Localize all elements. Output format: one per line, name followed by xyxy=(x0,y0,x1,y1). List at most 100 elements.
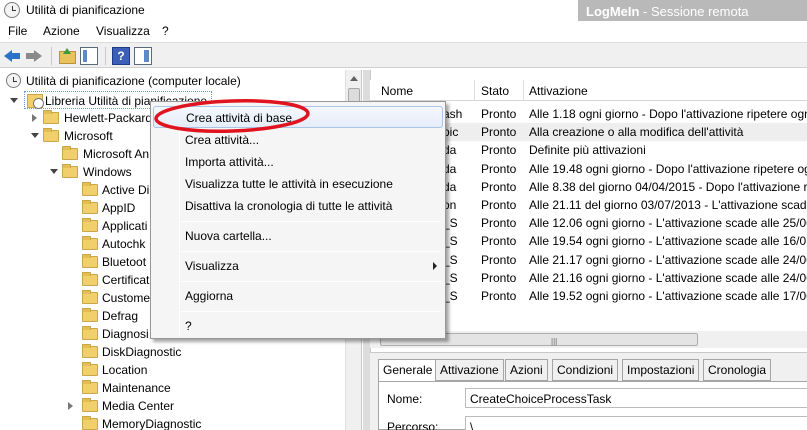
column-divider[interactable] xyxy=(523,80,524,101)
tree-item-maintenance[interactable]: Maintenance xyxy=(82,379,282,397)
scroll-up-icon[interactable] xyxy=(350,76,358,81)
column-header-nome[interactable]: Nome xyxy=(381,84,413,98)
toolbar: ? xyxy=(0,42,807,68)
action-pane-icon[interactable] xyxy=(134,47,152,65)
tree-item-label: Active Di xyxy=(102,183,150,197)
task-status-cell: Pronto xyxy=(481,180,517,194)
tree-item-diskdiagnostic[interactable]: DiskDiagnostic xyxy=(82,343,282,361)
name-label: Nome: xyxy=(387,392,423,406)
task-trigger-cell: Alle 12.06 ogni giorno - L'attivazione s… xyxy=(529,216,807,230)
tree-item-label: Hewlett-Packard xyxy=(64,111,153,125)
menu-separator xyxy=(181,311,441,312)
tree-item-customer[interactable]: Custome xyxy=(82,289,150,307)
help-icon[interactable]: ? xyxy=(112,47,130,65)
menu-item-aggiorna[interactable]: Aggiorna xyxy=(153,285,443,307)
remote-session-label: - Sessione remota xyxy=(639,4,749,19)
task-list-header: Nome Stato Attivazione xyxy=(370,80,807,101)
menu-item-visualizza[interactable]: Visualizza xyxy=(153,255,443,277)
menu-item-label: ? xyxy=(185,319,192,333)
folder-icon xyxy=(82,308,98,322)
tree-item-label: MemoryDiagnostic xyxy=(102,417,202,430)
task-status-cell: Pronto xyxy=(481,253,517,267)
context-menu: Crea attività di base... Crea attività..… xyxy=(150,101,446,339)
folder-icon xyxy=(82,200,98,214)
tree-item-media-center[interactable]: Media Center xyxy=(66,397,282,415)
path-label: Percorso: xyxy=(387,420,439,430)
tree-item-memorydiagnostic[interactable]: MemoryDiagnostic xyxy=(82,415,282,430)
tab-impostazioni[interactable]: Impostazioni xyxy=(622,359,700,381)
menu-item-label: Crea attività... xyxy=(185,133,260,147)
tree-item-windows[interactable]: Windows xyxy=(48,163,150,181)
menu-separator xyxy=(181,251,441,252)
chevron-down-icon[interactable] xyxy=(10,98,18,103)
tree-item-active-directory[interactable]: Active Di xyxy=(82,181,150,199)
folder-icon xyxy=(82,326,98,340)
tree-item-defrag[interactable]: Defrag xyxy=(82,307,150,325)
task-status-cell: Pronto xyxy=(481,143,517,157)
chevron-right-icon[interactable] xyxy=(32,114,37,122)
tree-item-microsoft-antimalware[interactable]: Microsoft An xyxy=(62,145,150,163)
tab-condizioni[interactable]: Condizioni xyxy=(552,359,619,381)
menu-separator xyxy=(181,281,441,282)
tab-cronologia[interactable]: Cronologia xyxy=(703,359,772,381)
window-title: Utilità di pianificazione xyxy=(26,3,145,17)
menu-item-crea-attivita-base[interactable]: Crea attività di base... xyxy=(153,106,443,128)
task-status-cell: Pronto xyxy=(481,234,517,248)
menu-item-crea-attivita[interactable]: Crea attività... xyxy=(153,129,443,151)
tree-item-label: Custome xyxy=(102,291,151,305)
task-status-cell: Pronto xyxy=(481,107,517,121)
tree-item-hewlett-packard[interactable]: Hewlett-Packard xyxy=(30,109,153,127)
chevron-right-icon[interactable] xyxy=(68,402,73,410)
column-header-attivazione[interactable]: Attivazione xyxy=(529,84,588,98)
tab-generale[interactable]: Generale xyxy=(378,359,438,382)
task-path-field[interactable]: \ xyxy=(465,416,807,430)
task-trigger-cell: Alle 21.16 ogni giorno - L'attivazione s… xyxy=(529,271,807,285)
folder-icon xyxy=(82,344,98,358)
menu-item-disattiva-cronologia[interactable]: Disattiva la cronologia di tutte le atti… xyxy=(153,195,443,217)
menu-help[interactable]: ? xyxy=(162,24,169,38)
tree-item-microsoft[interactable]: Microsoft xyxy=(30,127,150,145)
menu-item-label: Importa attività... xyxy=(185,155,274,169)
task-trigger-cell: Alle 21.11 del giorno 03/07/2013 - L'att… xyxy=(529,198,807,212)
tree-item-location[interactable]: Location xyxy=(82,361,282,379)
folder-icon xyxy=(82,362,98,376)
task-trigger-cell: Alle 21.17 ogni giorno - L'attivazione s… xyxy=(529,253,807,267)
tree-item-certificate[interactable]: Certificat xyxy=(82,271,150,289)
menu-visualizza[interactable]: Visualizza xyxy=(96,24,150,38)
menu-file[interactable]: File xyxy=(8,24,27,38)
task-name-field[interactable]: CreateChoiceProcessTask xyxy=(465,388,807,408)
menu-item-label: Nuova cartella... xyxy=(185,229,272,243)
chevron-down-icon[interactable] xyxy=(31,133,39,138)
console-tree-icon[interactable] xyxy=(80,47,98,65)
task-status-cell: Pronto xyxy=(481,216,517,230)
tree-item-appid[interactable]: AppID xyxy=(82,199,150,217)
menu-item-guida[interactable]: ? xyxy=(153,315,443,337)
menu-item-label: Aggiorna xyxy=(185,289,234,303)
tree-item-application[interactable]: Applicati xyxy=(82,217,150,235)
menu-item-visualizza-attivita-esecuzione[interactable]: Visualizza tutte le attività in esecuzio… xyxy=(153,173,443,195)
folder-up-icon[interactable] xyxy=(58,47,76,65)
tree-item-autochk[interactable]: Autochk xyxy=(82,235,150,253)
folder-icon xyxy=(82,182,98,196)
column-header-stato[interactable]: Stato xyxy=(481,84,509,98)
task-trigger-cell: Alle 8.38 del giorno 04/04/2015 - Dopo l… xyxy=(529,180,807,194)
tab-attivazione[interactable]: Attivazione xyxy=(435,359,504,381)
chevron-down-icon[interactable] xyxy=(50,169,58,174)
toolbar-separator xyxy=(105,47,106,65)
menu-item-label: Visualizza xyxy=(185,259,239,273)
menu-azione[interactable]: Azione xyxy=(43,24,80,38)
tree-item-diagnosis[interactable]: Diagnosi xyxy=(82,325,150,343)
menu-item-importa-attivita[interactable]: Importa attività... xyxy=(153,151,443,173)
arrow-left-icon[interactable] xyxy=(4,47,22,65)
tab-azioni[interactable]: Azioni xyxy=(505,359,548,381)
tree-item-label: Applicati xyxy=(102,219,148,233)
library-icon xyxy=(27,94,44,109)
tree-root[interactable]: Utilità di pianificazione (computer loca… xyxy=(0,72,345,90)
logmein-brand: LogMeIn xyxy=(586,4,640,19)
menu-item-nuova-cartella[interactable]: Nuova cartella... xyxy=(153,225,443,247)
tree-item-bluetooth[interactable]: Bluetoot xyxy=(82,253,150,271)
folder-icon xyxy=(82,218,98,232)
menu-item-label: Visualizza tutte le attività in esecuzio… xyxy=(185,177,393,191)
arrow-right-icon[interactable] xyxy=(25,47,43,65)
column-divider[interactable] xyxy=(474,80,475,101)
